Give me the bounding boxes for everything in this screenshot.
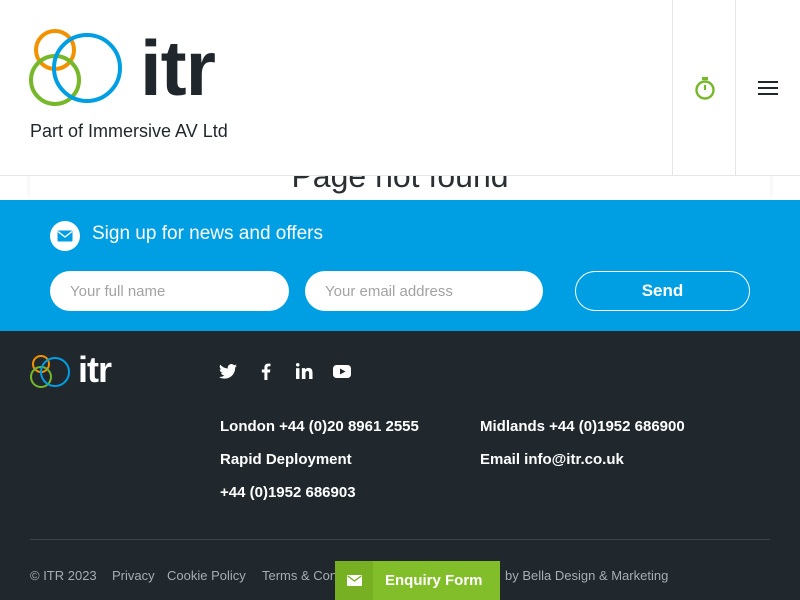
youtube-icon[interactable] [332,361,352,381]
site-header: itr Part of Immersive AV Ltd [0,0,800,176]
enquiry-form-label: Enquiry Form [385,572,483,589]
rapid-deployment-label: Rapid Deployment [220,451,352,468]
logo-circles-icon [29,29,122,106]
send-button[interactable]: Send [575,271,750,311]
cookie-policy-link[interactable]: Cookie Policy [167,568,246,583]
facebook-icon[interactable] [256,361,276,381]
site-footer: itr London +44 (0)20 8961 2555 Midlands … [0,331,800,600]
footer-logo-wordmark: itr [78,349,112,390]
full-name-input[interactable] [50,271,289,311]
london-phone[interactable]: London +44 (0)20 8961 2555 [220,418,419,435]
email-input[interactable] [305,271,543,311]
rapid-deployment-phone[interactable]: +44 (0)1952 686903 [220,484,356,501]
tagline: Part of Immersive AV Ltd [30,121,228,141]
email-link[interactable]: Email info@itr.co.uk [480,451,624,468]
logo-wordmark: itr [140,24,216,112]
newsletter-signup: Sign up for news and offers Send [0,200,800,331]
copyright: © ITR 2023 [30,568,97,583]
footer-logo[interactable]: itr [30,350,130,390]
logo-circles-icon [30,355,70,388]
envelope-icon [335,561,373,600]
stopwatch-icon [694,77,715,100]
midlands-phone[interactable]: Midlands +44 (0)1952 686900 [480,418,685,435]
enquiry-form-button[interactable]: Enquiry Form [335,561,500,600]
twitter-icon[interactable] [218,361,238,381]
envelope-icon [50,221,80,251]
design-credit-link[interactable]: by Bella Design & Marketing [505,568,668,583]
timer-button[interactable] [673,0,736,176]
hamburger-icon [758,77,778,99]
itr-logo[interactable]: itr [28,28,268,108]
menu-button[interactable] [736,0,800,176]
linkedin-icon[interactable] [294,361,314,381]
signup-title: Sign up for news and offers [92,223,323,244]
privacy-link[interactable]: Privacy [112,568,155,583]
footer-divider [30,539,770,540]
